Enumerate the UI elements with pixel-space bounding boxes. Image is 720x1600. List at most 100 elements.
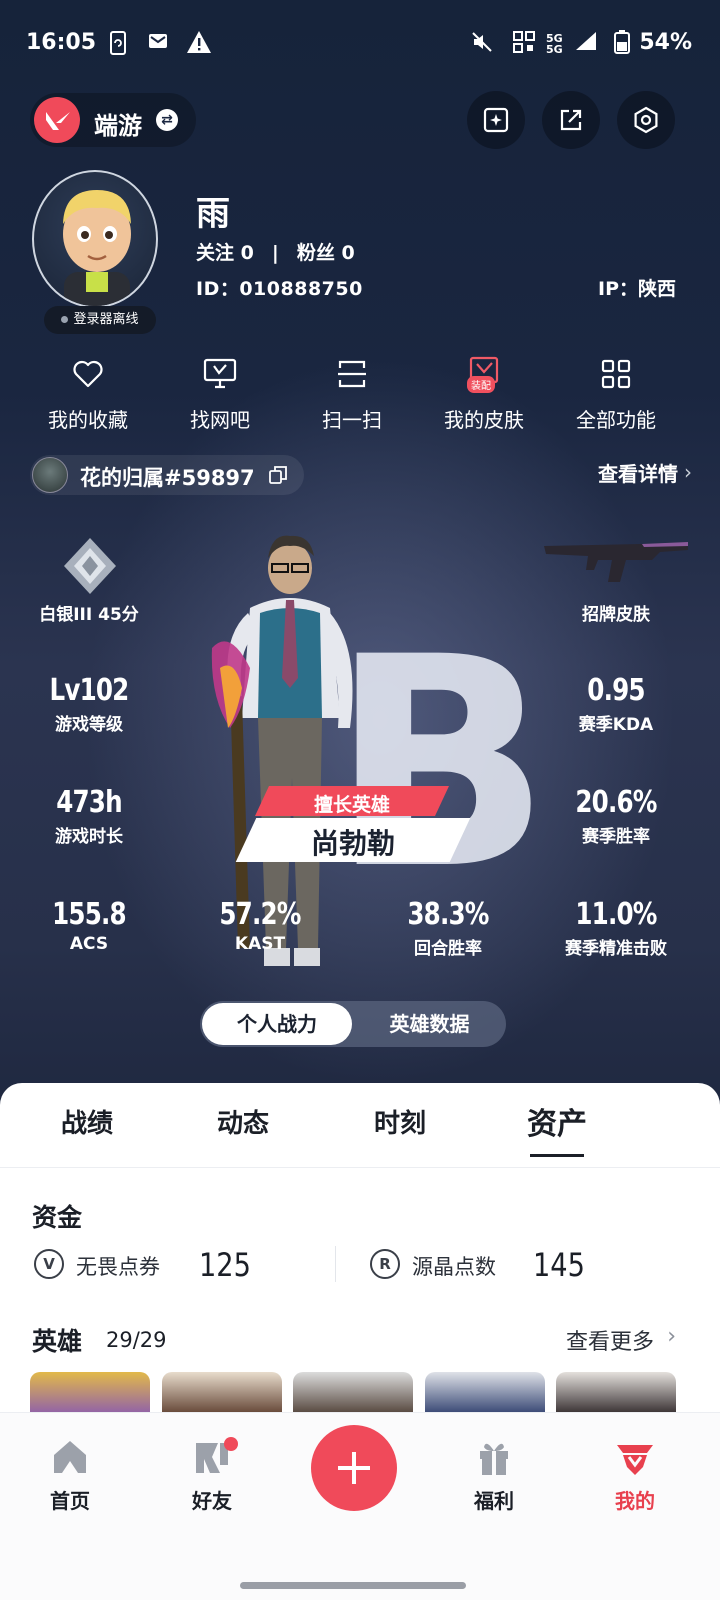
stat-precise-kills: 11.0% 赛季精准击败 — [565, 897, 667, 959]
mute-icon — [470, 30, 494, 56]
view-details-link[interactable]: 查看详情 — [598, 458, 678, 487]
nav-benefits[interactable]: 福利 — [444, 1437, 544, 1514]
skin-label: 招牌皮肤 — [582, 605, 650, 625]
scan-icon — [334, 356, 370, 392]
home-indicator[interactable] — [240, 1582, 466, 1589]
login-status-badge: 登录器离线 — [44, 306, 156, 334]
menu-label: 全部功能 — [576, 408, 656, 432]
share-icon — [560, 109, 582, 131]
phone-sync-icon — [106, 30, 130, 56]
best-hero-tag: 擅长英雄 — [313, 794, 390, 816]
nav-label: 好友 — [192, 1489, 232, 1513]
follow-link[interactable]: 关注 0 — [196, 242, 254, 264]
currency-name: 源晶点数 — [412, 1255, 496, 1279]
stat-level: Lv102 游戏等级 — [49, 673, 130, 735]
currency-divider — [335, 1246, 336, 1282]
friends-icon — [162, 1437, 262, 1477]
share-button[interactable] — [542, 91, 600, 149]
menu-favorites[interactable]: 我的收藏 — [28, 356, 148, 433]
signal-label: 5G 5G — [546, 32, 563, 56]
menu-skins[interactable]: 装配 我的皮肤 — [424, 356, 544, 433]
notification-dot — [224, 1437, 238, 1451]
swap-icon: ⇄ — [156, 109, 178, 131]
menu-netcafe[interactable]: 找网吧 — [160, 356, 280, 433]
menu-label: 我的皮肤 — [444, 408, 524, 432]
nav-label: 我的 — [615, 1489, 655, 1513]
tab-divider — [0, 1167, 720, 1168]
riot-id-pill[interactable]: 花的归属#59897 — [30, 455, 304, 495]
active-tab-indicator — [530, 1154, 584, 1157]
mail-icon — [146, 30, 170, 56]
nav-home[interactable]: 首页 — [20, 1437, 120, 1514]
currency-name: 无畏点券 — [76, 1255, 160, 1279]
nav-friends[interactable]: 好友 — [162, 1437, 262, 1514]
battery-icon — [610, 30, 634, 56]
nav-label: 福利 — [474, 1489, 514, 1513]
plus-icon — [338, 1452, 370, 1484]
currency-value: 125 — [199, 1246, 251, 1284]
equip-badge: 装配 — [467, 376, 495, 393]
battery-percent: 54% — [639, 30, 692, 55]
riot-id-name: 花的归属#59897 — [80, 466, 255, 490]
tab-record[interactable]: 战绩 — [27, 1103, 147, 1140]
best-hero-name[interactable]: 尚勃勒 — [246, 822, 460, 862]
menu-label: 扫一扫 — [322, 408, 382, 432]
post-button[interactable] — [467, 91, 525, 149]
vp-currency-icon: V — [34, 1249, 64, 1279]
hero-thumb[interactable] — [425, 1372, 545, 1417]
hero-thumb[interactable] — [162, 1372, 282, 1417]
qr-icon — [512, 30, 536, 56]
game-switcher[interactable]: 端游 ⇄ — [30, 93, 196, 147]
edit-card-icon — [483, 107, 509, 133]
tab-feed[interactable]: 动态 — [183, 1103, 303, 1140]
hero-thumb[interactable] — [556, 1372, 676, 1417]
follow-stats: 关注 0 | 粉丝 0 — [196, 242, 355, 264]
tab-assets[interactable]: 资产 — [497, 1099, 617, 1143]
menu-label: 找网吧 — [190, 408, 250, 432]
ip-location: IP：陕西 — [598, 278, 676, 300]
gift-icon — [444, 1437, 544, 1477]
heroes-title: 英雄 — [32, 1327, 83, 1356]
toggle-personal-power[interactable]: 个人战力 — [202, 1003, 352, 1045]
monitor-icon — [202, 356, 238, 392]
skin-icon: 装配 — [466, 356, 502, 393]
stat-kda: 0.95 赛季KDA — [578, 673, 654, 735]
stat-winrate: 20.6% 赛季胜率 — [575, 785, 657, 847]
toggle-hero-data[interactable]: 英雄数据 — [353, 1001, 506, 1047]
hero-thumb[interactable] — [30, 1372, 150, 1417]
home-icon — [20, 1437, 120, 1477]
heroes-count: 29/29 — [106, 1328, 167, 1352]
fans-link[interactable]: 粉丝 0 — [297, 242, 355, 264]
heart-icon — [70, 356, 106, 392]
data-toggle: 个人战力 英雄数据 — [200, 1001, 506, 1047]
avatar[interactable] — [32, 170, 158, 308]
view-more-link[interactable]: 查看更多 — [566, 1324, 654, 1356]
funds-title: 资金 — [32, 1203, 83, 1232]
user-name: 雨 — [196, 194, 230, 234]
chevron-right-icon: › — [684, 460, 692, 484]
hero-thumb[interactable] — [293, 1372, 413, 1417]
riot-avatar — [32, 457, 68, 493]
menu-scan[interactable]: 扫一扫 — [292, 356, 412, 433]
stat-playtime: 473h 游戏时长 — [55, 785, 123, 847]
settings-button[interactable] — [617, 91, 675, 149]
profile-icon — [585, 1437, 685, 1477]
grid-icon — [598, 356, 634, 392]
status-dot — [61, 316, 69, 323]
nav-label: 首页 — [50, 1489, 90, 1513]
nav-me[interactable]: 我的 — [585, 1437, 685, 1514]
chevron-right-icon: › — [667, 1324, 676, 1349]
stat-round-winrate: 38.3% 回合胜率 — [407, 897, 489, 959]
settings-icon — [634, 106, 658, 134]
copy-icon[interactable] — [268, 465, 288, 489]
warning-icon — [186, 30, 211, 56]
radianite-currency-icon: R — [370, 1249, 400, 1279]
create-post-button[interactable] — [311, 1425, 397, 1511]
rank-label: 白银III 45分 — [39, 605, 139, 625]
currency-value: 145 — [533, 1246, 585, 1284]
stat-acs: 155.8 ACS — [52, 897, 127, 954]
menu-label: 我的收藏 — [48, 408, 128, 432]
tab-moments[interactable]: 时刻 — [340, 1103, 460, 1140]
menu-all-functions[interactable]: 全部功能 — [556, 356, 676, 433]
valorant-logo — [34, 97, 80, 143]
